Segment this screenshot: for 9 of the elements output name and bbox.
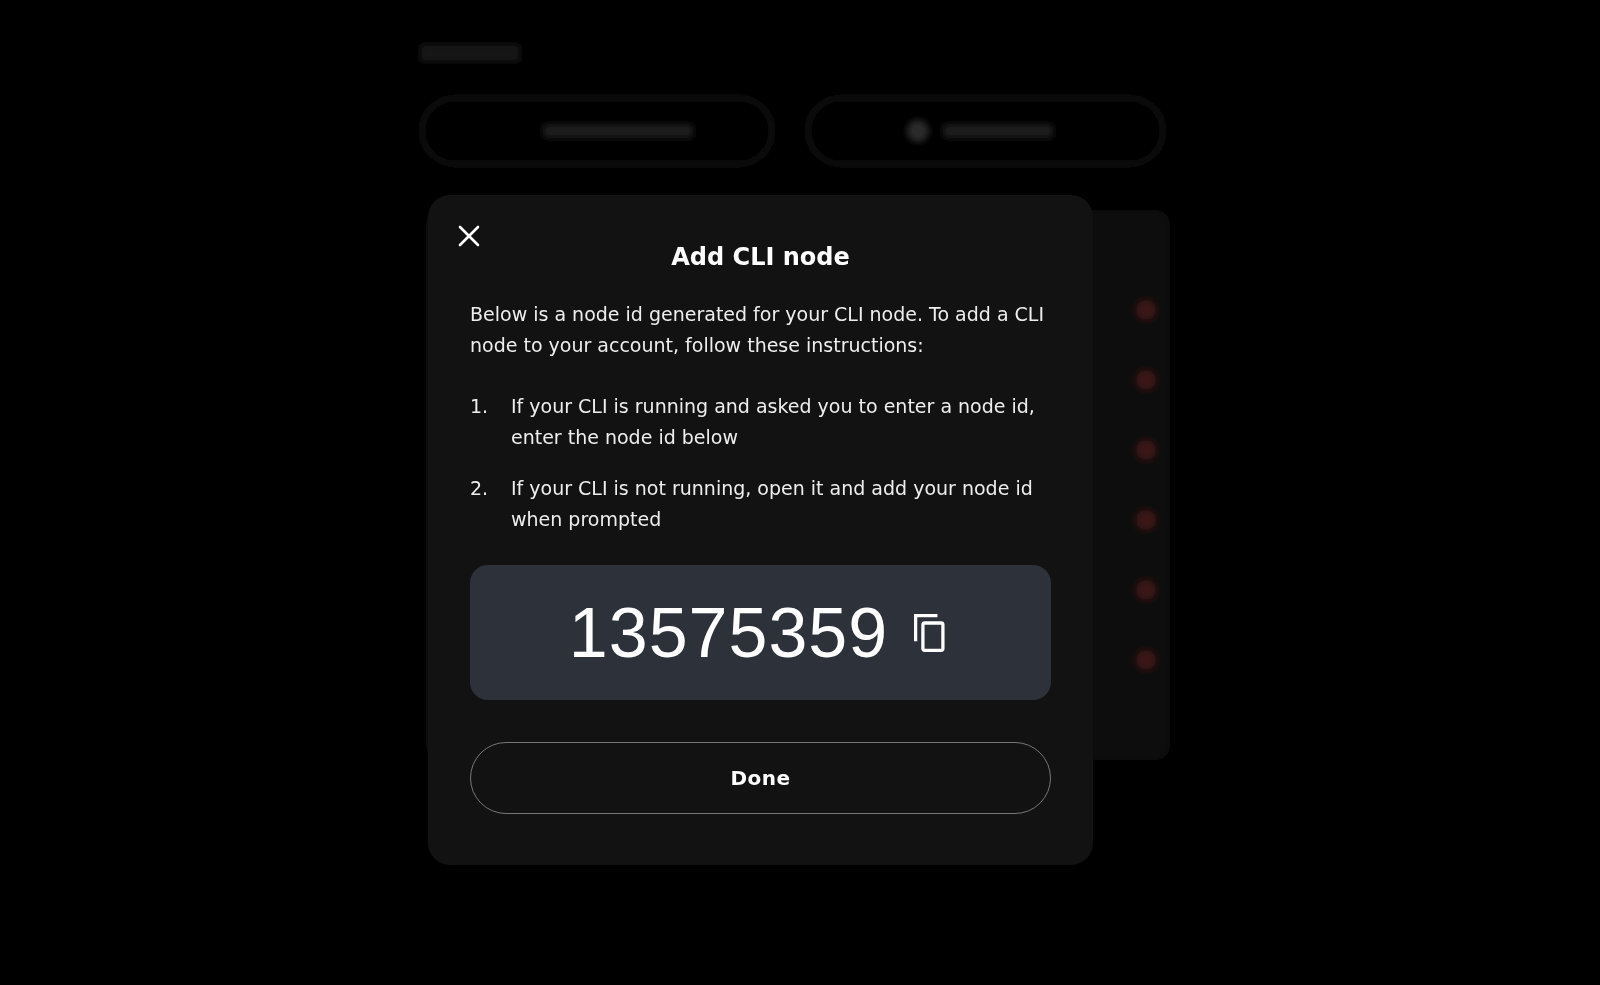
close-button[interactable] — [457, 224, 481, 248]
step-text: If your CLI is not running, open it and add your node id when prompted — [511, 476, 1034, 532]
dialog-title: Add CLI node — [670, 243, 851, 271]
node-id: 13575359 — [568, 592, 889, 673]
done-button[interactable]: Done — [470, 742, 1051, 814]
step-text: If your CLI is running and asked you to enter a node id, enter the node id below — [511, 394, 1036, 450]
step-number: 1. — [470, 394, 490, 419]
step-number: 2. — [470, 476, 490, 501]
intro-text: Below is a node id generated for your CLI node. To add a CLI node to your account, follow these instructions: — [470, 302, 1046, 358]
